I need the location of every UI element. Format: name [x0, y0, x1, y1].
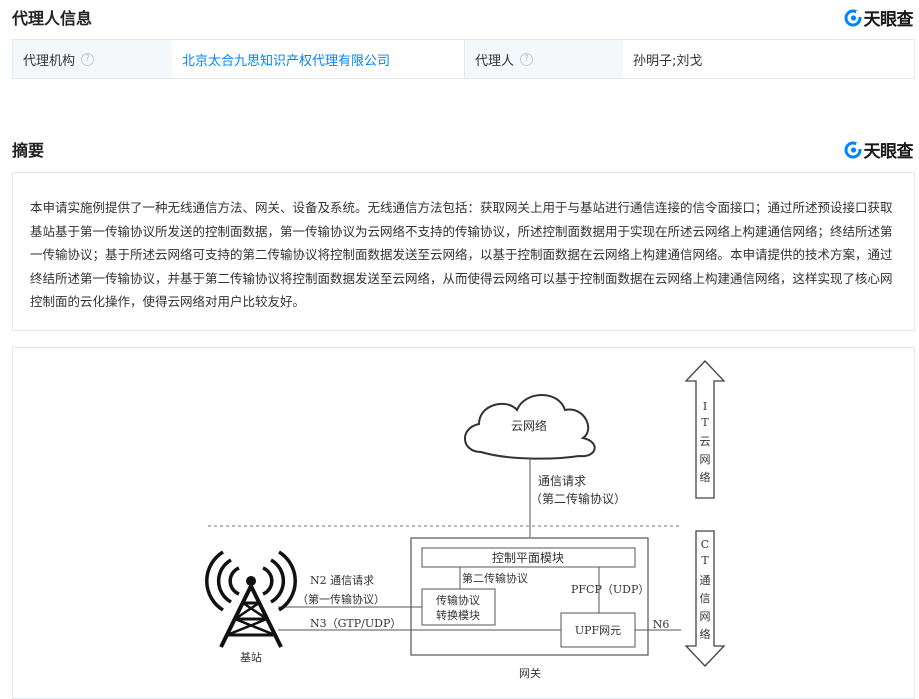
agency-label: 代理机构 — [23, 53, 76, 69]
agent-info-table: 代理机构 ? 北京太合九思知识产权代理有限公司 代理人 ? 孙明子;刘戈 — [12, 39, 915, 79]
question-circle-icon[interactable]: ? — [81, 52, 95, 66]
n2-label: N2 通信请求 — [310, 574, 374, 587]
agent-value: 孙明子;刘戈 — [633, 53, 703, 69]
first-protocol-paren-label: （第一传输协议） — [297, 592, 385, 606]
logo-text: 天眼查 — [863, 10, 914, 30]
it-label-0: I — [703, 400, 707, 413]
tianyancha-logo-icon — [844, 9, 862, 26]
tianyancha-logo[interactable]: 天眼查 — [844, 5, 914, 30]
logo-text: 天眼查 — [863, 142, 914, 162]
agent-label: 代理人 — [475, 53, 515, 69]
tianyancha-logo[interactable]: 天眼查 — [844, 137, 914, 162]
control-plane-label: 控制平面模块 — [492, 551, 564, 565]
abstract-box: 本申请实施例提供了一种无线通信方法、网关、设备及系统。无线通信方法包括：获取网关… — [12, 172, 915, 331]
second-protocol-paren-label: （第二传输协议） — [530, 491, 626, 506]
question-circle-icon[interactable]: ? — [520, 52, 534, 66]
cloud-label: 云网络 — [511, 418, 547, 433]
ct-label-5: 络 — [700, 627, 711, 641]
agent-info-title: 代理人信息 — [12, 9, 93, 28]
base-station-label: 基站 — [240, 650, 262, 664]
agent-label-cell: 代理人 ? — [465, 40, 623, 78]
it-label-4: 络 — [700, 470, 711, 484]
n3-label: N3（GTP/UDP） — [310, 617, 401, 630]
abstract-title: 摘要 — [12, 141, 45, 160]
abstract-figure[interactable]: 云网络 通信请求 （第二传输协议） I T 云 网 络 C T 通 信 网 络 … — [12, 347, 915, 699]
second-protocol-label: 第二传输协议 — [462, 571, 528, 585]
it-label-1: T — [701, 416, 709, 429]
n6-label: N6 — [653, 618, 670, 631]
agency-label-cell: 代理机构 ? — [13, 40, 172, 78]
network-diagram: 云网络 通信请求 （第二传输协议） I T 云 网 络 C T 通 信 网 络 … — [205, 360, 726, 680]
antenna-tower-icon — [205, 550, 297, 648]
abstract-text: 本申请实施例提供了一种无线通信方法、网关、设备及系统。无线通信方法包括：获取网关… — [30, 200, 893, 309]
it-label-2: 云 — [700, 435, 711, 448]
upf-label: UPF网元 — [575, 624, 621, 637]
pfcp-label: PFCP（UDP） — [571, 583, 649, 596]
tianyancha-logo-icon — [844, 141, 862, 158]
it-label-3: 网 — [700, 453, 711, 466]
agent-value-cell: 孙明子;刘戈 — [623, 40, 914, 78]
ct-label-3: 信 — [700, 592, 711, 605]
gateway-label: 网关 — [519, 666, 541, 680]
comm-request-label: 通信请求 — [538, 474, 586, 488]
ct-label-1: T — [701, 554, 709, 567]
ct-label-4: 网 — [700, 610, 711, 623]
agency-value-cell: 北京太合九思知识产权代理有限公司 — [172, 40, 465, 78]
converter-line2-label: 转换模块 — [436, 608, 480, 622]
ct-label-0: C — [701, 538, 709, 551]
converter-line1-label: 传输协议 — [436, 593, 480, 607]
agency-link[interactable]: 北京太合九思知识产权代理有限公司 — [182, 50, 390, 69]
ct-label-2: 通 — [700, 574, 711, 587]
